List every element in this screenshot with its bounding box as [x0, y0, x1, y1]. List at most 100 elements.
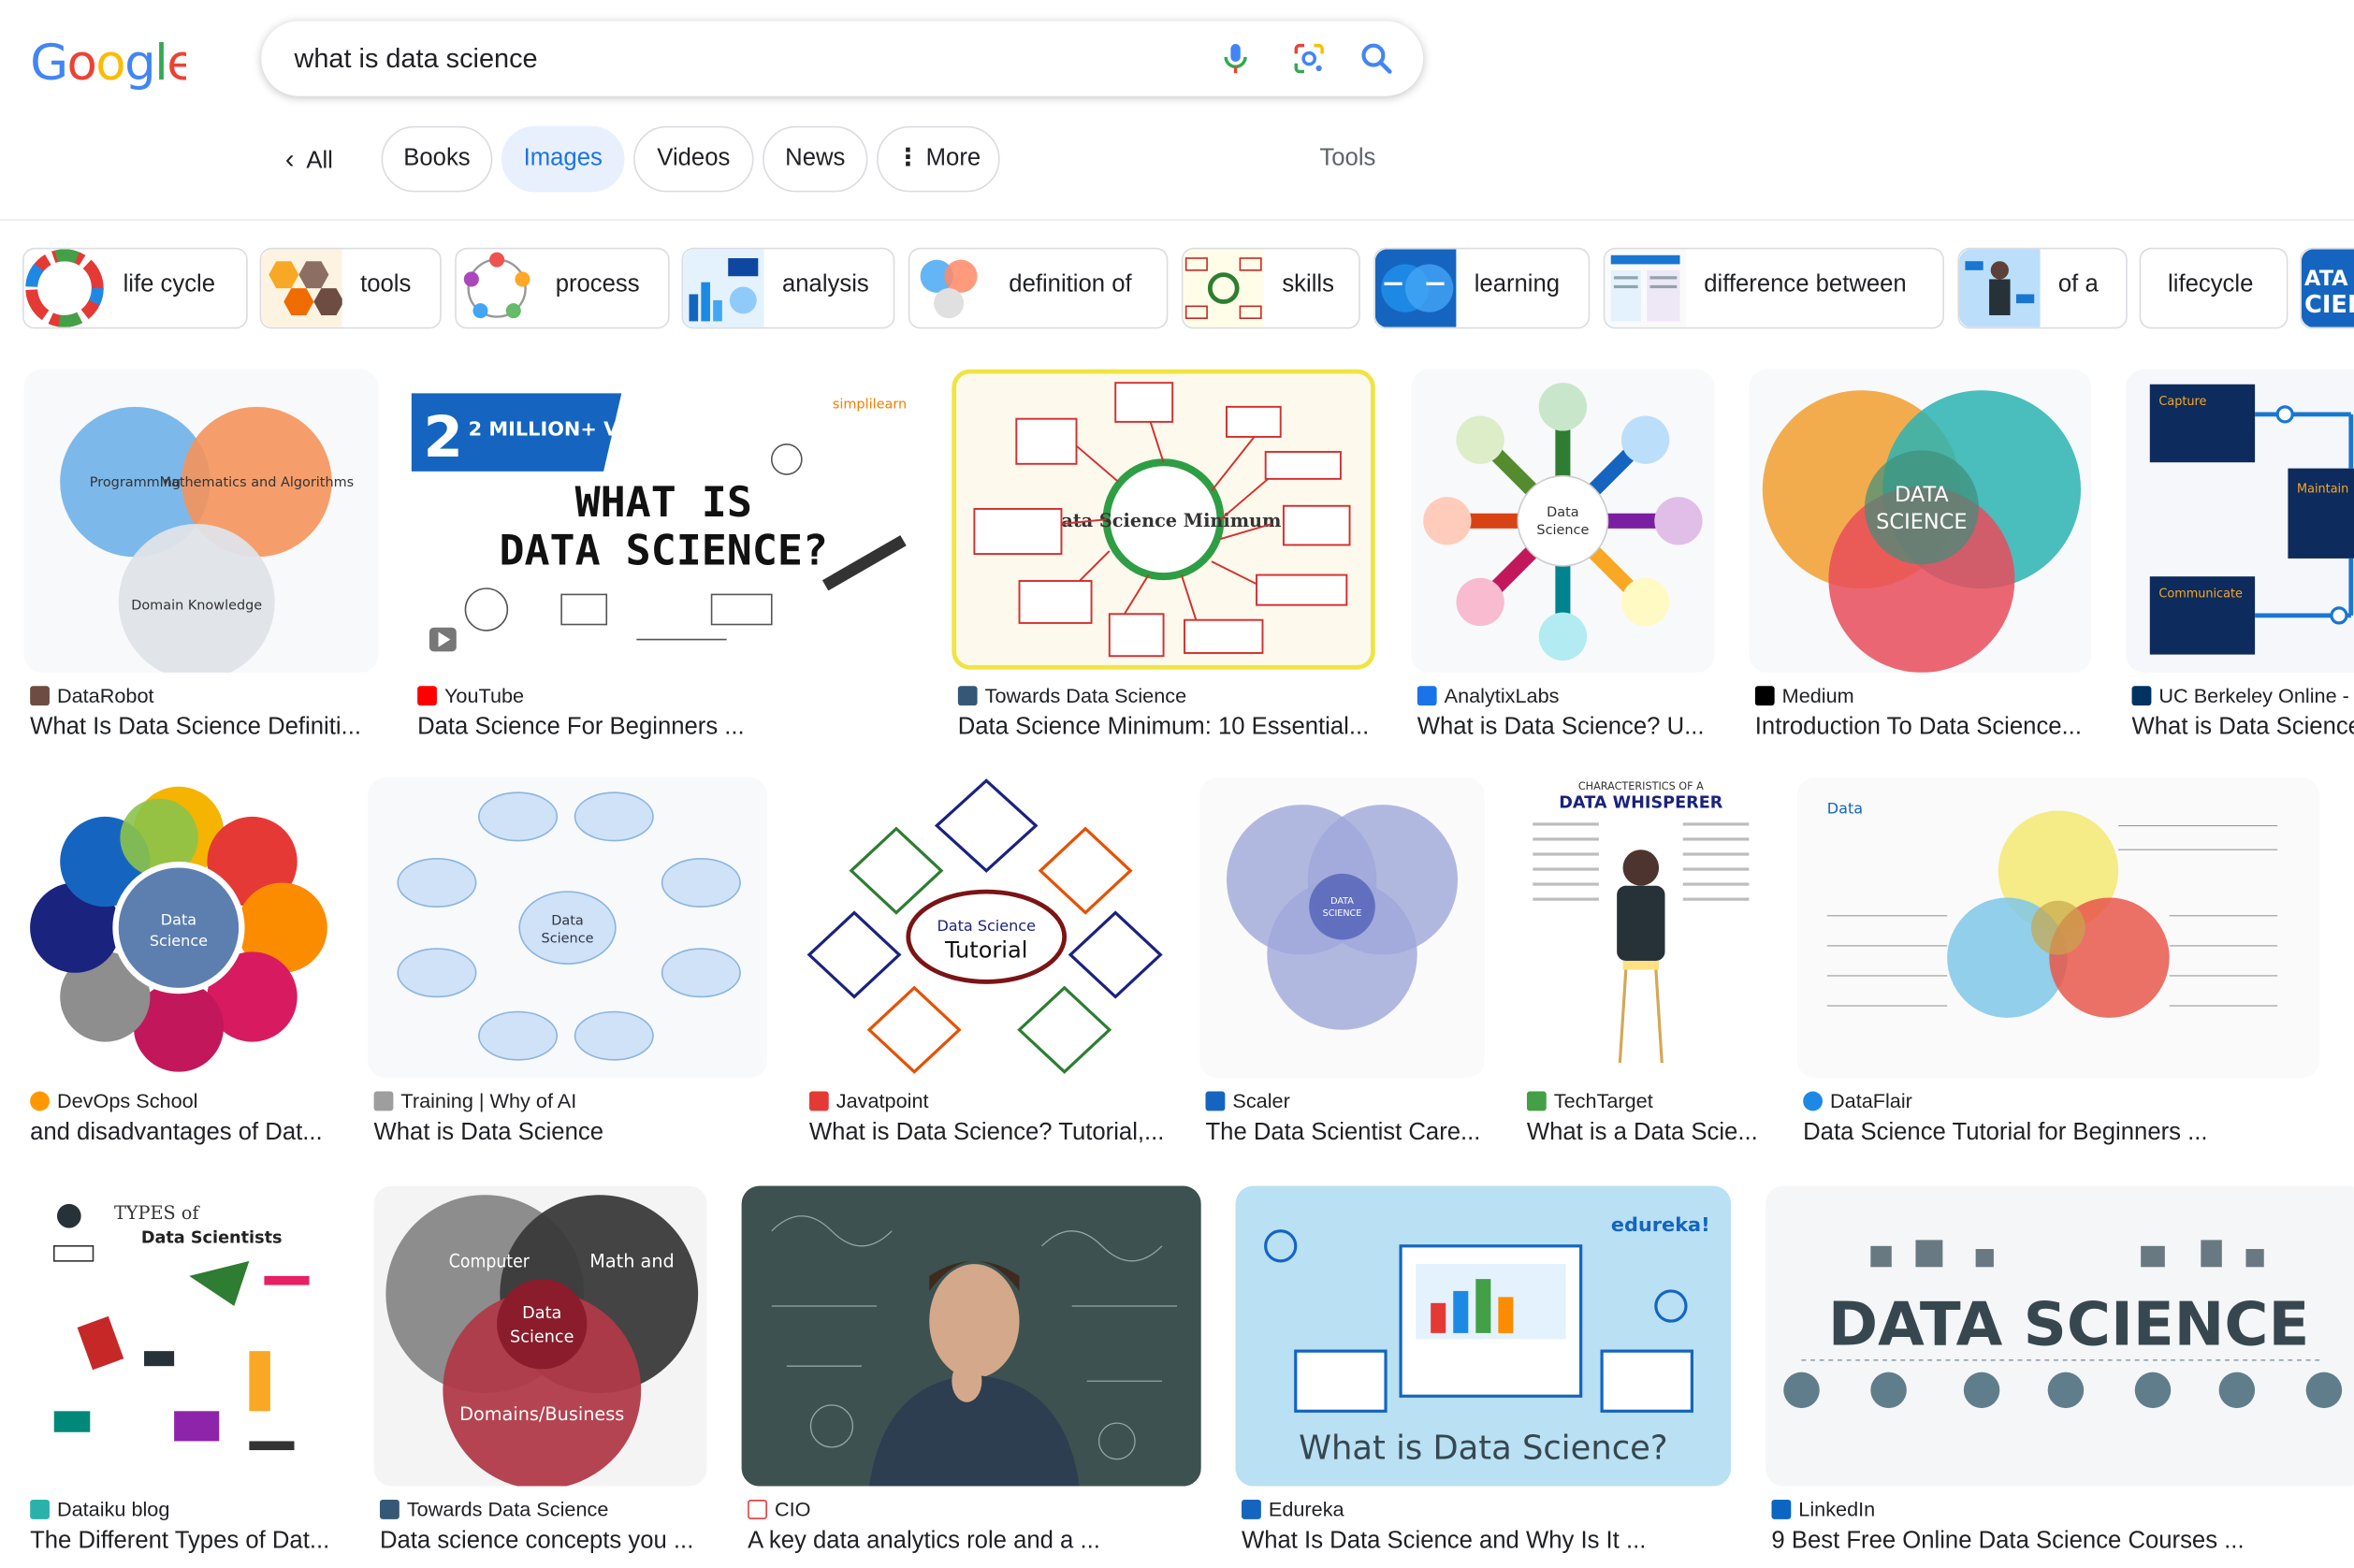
result-title[interactable]: The Data Scientist Care... — [1205, 1120, 1490, 1147]
chip-learning[interactable]: learning — [1373, 247, 1591, 329]
tds-favicon — [379, 1499, 400, 1519]
result-title[interactable]: What is Data Science? U... — [1417, 715, 1733, 742]
result-title[interactable]: What is Data Science? Tutorial,... — [809, 1120, 1171, 1147]
result-thumbnail[interactable]: Data Science Minimum — [952, 369, 1375, 670]
result-title[interactable]: The Different Types of Dat... — [30, 1528, 345, 1555]
result-title[interactable]: Data Science For Beginners ... — [417, 715, 922, 742]
tab-images[interactable]: Images — [501, 125, 625, 193]
result-source[interactable]: LinkedIn — [1771, 1498, 2354, 1520]
result-thumbnail[interactable]: DATA SCIENCE — [1199, 777, 1485, 1079]
result-source[interactable]: DevOps School — [30, 1090, 340, 1112]
result-title[interactable]: Introduction To Data Science... — [1755, 715, 2098, 742]
result-thumbnail[interactable]: DATA SCIENCE — [1749, 369, 2092, 673]
svg-text:DATA: DATA — [1330, 896, 1354, 907]
result-source[interactable]: CIO — [748, 1498, 1207, 1520]
result-thumbnail[interactable]: Data Science — [1411, 369, 1715, 673]
result-thumbnail[interactable]: 2 2 MILLION+ VIEWS WHAT IS DATA SCIENCE?… — [411, 369, 916, 664]
chip-skills[interactable]: skills — [1181, 247, 1360, 329]
result-source[interactable]: Training | Why of AI — [373, 1089, 774, 1113]
result-thumbnail[interactable]: Capture Maintain Communicate — [2126, 369, 2354, 673]
result-source[interactable]: Medium — [1754, 685, 2098, 707]
result-source[interactable]: Dataiku blog — [30, 1498, 345, 1520]
chip-partial[interactable]: ATA CIEN — [2300, 247, 2354, 329]
result-thumbnail[interactable]: Data Science — [23, 777, 334, 1079]
caption: What is Data Science? — [1299, 1430, 1667, 1468]
chip-lifecycle[interactable]: lifecycle — [2139, 247, 2289, 329]
microphone-icon[interactable] — [1216, 39, 1256, 79]
svg-text:Computer: Computer — [449, 1250, 530, 1271]
chip-process[interactable]: process — [455, 247, 670, 329]
brand: simplilearn — [833, 397, 907, 412]
svg-text:Capture: Capture — [2158, 395, 2206, 409]
result-source[interactable]: DataFlair — [1803, 1090, 2325, 1112]
chip-definition-of[interactable]: definition of — [908, 247, 1169, 329]
search-box[interactable]: what is data science — [261, 21, 1424, 96]
big-text: DATA SCIENCE — [1828, 1290, 2309, 1360]
result-title[interactable]: A key data analytics role and a ... — [748, 1528, 1207, 1555]
search-icon[interactable] — [1358, 39, 1397, 79]
result-title[interactable]: What Is Data Science and Why Is It ... — [1242, 1528, 1737, 1555]
result-source[interactable]: YouTube — [417, 685, 922, 707]
result-thumbnail[interactable]: CHARACTERISTICS OF A DATA WHISPERER — [1520, 777, 1762, 1079]
chip-thumbnail — [456, 249, 538, 327]
venn-label: Mathematics and Algorithms — [160, 475, 355, 490]
result-source[interactable]: DataRobot — [30, 685, 385, 707]
tab-news[interactable]: News — [763, 125, 868, 193]
result-thumbnail[interactable]: DATA SCIENCE — [1766, 1185, 2354, 1487]
result-source[interactable]: Scaler — [1205, 1090, 1490, 1112]
result-source[interactable]: UC Berkeley Online - I — [2131, 685, 2354, 707]
result-title[interactable]: Data Science Minimum: 10 Essential... — [958, 715, 1381, 742]
svg-text:Tutorial: Tutorial — [944, 937, 1027, 964]
chip-analysis[interactable]: analysis — [681, 247, 895, 329]
result-thumbnail[interactable]: edureka! What is Data Science? — [1235, 1185, 1732, 1487]
result-title[interactable]: What is a Data Scie... — [1527, 1120, 1767, 1147]
result-thumbnail[interactable]: Data Science — [368, 777, 767, 1079]
tab-more[interactable]: ⋮ More — [877, 125, 1000, 193]
dataiku-favicon — [30, 1499, 50, 1519]
result-source[interactable]: Towards Data Science — [379, 1498, 713, 1520]
svg-text:Data: Data — [551, 913, 583, 928]
youtube-favicon — [417, 686, 437, 706]
chip-of-a[interactable]: of a — [1957, 247, 2128, 329]
result-title[interactable]: Data science concepts you ... — [380, 1528, 713, 1555]
result-title[interactable]: and disadvantages of Dat... — [30, 1120, 340, 1147]
header-text: TYPES of — [114, 1202, 200, 1224]
svg-text:CIEN: CIEN — [2304, 291, 2354, 319]
result-title[interactable]: What is Data Science — [374, 1120, 774, 1147]
search-input[interactable]: what is data science — [295, 44, 538, 76]
tools-button[interactable]: Tools — [1319, 126, 1379, 193]
result-source[interactable]: Javatpoint — [808, 1090, 1171, 1112]
result-title[interactable]: What is Data Science — [2132, 715, 2354, 742]
chip-tools[interactable]: tools — [259, 247, 442, 329]
chip-thumbnail — [23, 249, 106, 327]
result-thumbnail[interactable]: Programming Mathematics and Algorithms D… — [23, 369, 379, 673]
svg-text:Data: Data — [1547, 505, 1578, 520]
chip-life-cycle[interactable]: life cycle — [22, 247, 248, 329]
devopsschool-favicon — [30, 1091, 50, 1111]
chip-label: skills — [1282, 271, 1334, 298]
result-source[interactable]: Towards Data Science — [957, 685, 1381, 707]
tab-videos[interactable]: Videos — [633, 125, 754, 193]
result-title[interactable]: What Is Data Science Definiti... — [30, 715, 385, 742]
chip-difference-between[interactable]: difference between — [1603, 247, 1944, 329]
result-title[interactable]: Data Science Tutorial for Beginners ... — [1803, 1120, 2325, 1147]
result-source[interactable]: AnalytixLabs — [1417, 685, 1733, 707]
source-name: Training | Why of AI — [400, 1089, 577, 1113]
svg-text:Science: Science — [542, 932, 594, 947]
result-thumbnail[interactable]: TYPES of Data Scientists — [23, 1185, 340, 1487]
tab-more-label: More — [925, 145, 981, 171]
tab-books[interactable]: Books — [381, 125, 493, 193]
tab-all[interactable]: ‹ All — [285, 126, 357, 193]
chip-thumbnail — [1374, 249, 1457, 327]
result-source[interactable]: Edureka — [1242, 1498, 1737, 1520]
result-thumbnail[interactable]: Data — [1796, 777, 2320, 1079]
google-logo[interactable]: Google — [30, 33, 197, 107]
google-lens-icon[interactable] — [1289, 39, 1329, 79]
result-thumbnail[interactable]: Computer Math and Data Science Domains/B… — [373, 1185, 707, 1487]
result-source[interactable]: TechTarget — [1526, 1090, 1767, 1112]
result-thumbnail[interactable] — [741, 1185, 1201, 1487]
result-thumbnail[interactable]: Data Science Tutorial — [803, 777, 1166, 1079]
svg-text:Data: Data — [1827, 800, 1863, 818]
result-title[interactable]: 9 Best Free Online Data Science Courses … — [1771, 1528, 2354, 1555]
svg-text:Science: Science — [510, 1328, 574, 1347]
